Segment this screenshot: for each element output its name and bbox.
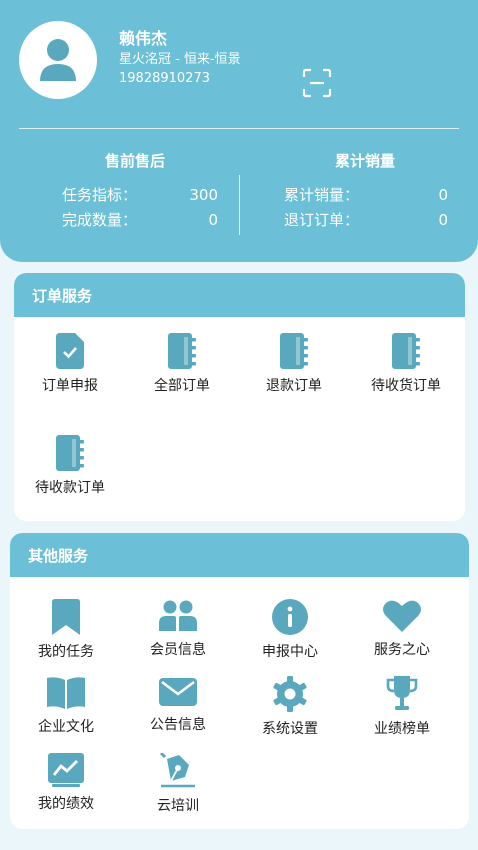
cloud-training-label: 云培训 xyxy=(157,798,199,814)
avatar[interactable] xyxy=(19,21,97,99)
stat-row: 任务指标： 300 xyxy=(40,183,230,208)
stat-row: 完成数量： 0 xyxy=(40,208,230,233)
notebook-icon xyxy=(56,435,84,471)
user-company: 星火洺冠 - 恒来-恒景 xyxy=(119,52,241,67)
refund-orders-button[interactable]: 退款订单 xyxy=(238,333,350,395)
performance-ranking-button[interactable]: 业绩榜单 xyxy=(346,676,458,738)
user-phone: 19828910273 xyxy=(119,71,210,86)
header-divider xyxy=(19,128,459,129)
notebook-icon xyxy=(280,333,308,369)
cloud-training-button[interactable]: 云培训 xyxy=(122,753,234,815)
mail-icon xyxy=(159,678,197,706)
my-performance-button[interactable]: 我的绩效 xyxy=(10,753,122,813)
stat-label: 累计销量： xyxy=(284,186,360,204)
pending-payment-orders-button[interactable]: 待收款订单 xyxy=(14,435,126,497)
chart-icon xyxy=(48,753,84,787)
profile-header: 赖伟杰 星火洺冠 - 恒来-恒景 19828910273 售前售后 任务指标： … xyxy=(0,0,478,262)
stat-label: 完成数量： xyxy=(62,211,138,229)
book-icon xyxy=(47,677,85,709)
corporate-culture-button[interactable]: 企业文化 xyxy=(10,676,122,736)
sales-stats: 累计销量 累计销量： 0 退订订单： 0 xyxy=(270,150,460,233)
service-heart-label: 服务之心 xyxy=(374,642,430,658)
presale-stats: 售前售后 任务指标： 300 完成数量： 0 xyxy=(40,150,230,233)
order-services-card: 订单服务 订单申报 全部订单 退款订单 待收货订单 待收款订单 xyxy=(14,273,465,521)
heart-icon xyxy=(383,600,421,632)
announcements-label: 公告信息 xyxy=(150,717,206,733)
my-tasks-label: 我的任务 xyxy=(38,644,94,660)
notebook-icon xyxy=(168,333,196,369)
stat-value: 0 xyxy=(208,211,218,229)
notebook-icon xyxy=(392,333,420,369)
my-tasks-button[interactable]: 我的任务 xyxy=(10,599,122,661)
scan-icon[interactable] xyxy=(302,68,332,98)
performance-ranking-label: 业绩榜单 xyxy=(374,721,430,737)
pending-payment-orders-label: 待收款订单 xyxy=(35,480,105,496)
member-info-button[interactable]: 会员信息 xyxy=(122,599,234,659)
stat-value: 0 xyxy=(438,211,448,229)
stat-value: 300 xyxy=(189,186,218,204)
other-services-title: 其他服务 xyxy=(10,533,469,577)
user-icon xyxy=(40,39,76,81)
pen-icon xyxy=(159,753,195,788)
other-services-card: 其他服务 我的任务 会员信息 申报中心 服务之心 企业文化 公告信息 系统设置 … xyxy=(10,533,469,829)
info-icon xyxy=(272,599,308,635)
all-orders-button[interactable]: 全部订单 xyxy=(126,333,238,395)
declaration-center-label: 申报中心 xyxy=(262,644,318,660)
system-settings-button[interactable]: 系统设置 xyxy=(234,676,346,738)
pending-receipt-orders-label: 待收货订单 xyxy=(371,378,441,394)
stats-divider xyxy=(239,175,240,235)
my-performance-label: 我的绩效 xyxy=(38,796,94,812)
system-settings-label: 系统设置 xyxy=(262,721,318,737)
order-declare-label: 订单申报 xyxy=(42,378,98,394)
gear-icon xyxy=(273,676,307,712)
stat-label: 退订订单： xyxy=(284,211,360,229)
stat-value: 0 xyxy=(438,186,448,204)
announcements-button[interactable]: 公告信息 xyxy=(122,676,234,734)
presale-title: 售前售后 xyxy=(104,152,165,170)
file-check-icon xyxy=(56,333,84,369)
corporate-culture-label: 企业文化 xyxy=(38,719,94,735)
sales-title: 累计销量 xyxy=(334,152,395,170)
stat-row: 退订订单： 0 xyxy=(270,208,460,233)
users-icon xyxy=(159,600,197,631)
service-heart-button[interactable]: 服务之心 xyxy=(346,599,458,659)
order-declare-button[interactable]: 订单申报 xyxy=(14,333,126,395)
trophy-icon xyxy=(386,676,418,710)
bookmark-icon xyxy=(52,599,80,635)
user-name: 赖伟杰 xyxy=(119,29,168,48)
declaration-center-button[interactable]: 申报中心 xyxy=(234,599,346,661)
order-services-title: 订单服务 xyxy=(14,273,465,317)
refund-orders-label: 退款订单 xyxy=(266,378,322,394)
pending-receipt-orders-button[interactable]: 待收货订单 xyxy=(350,333,462,395)
member-info-label: 会员信息 xyxy=(150,642,206,658)
stat-label: 任务指标： xyxy=(62,186,138,204)
all-orders-label: 全部订单 xyxy=(154,378,210,394)
stat-row: 累计销量： 0 xyxy=(270,183,460,208)
